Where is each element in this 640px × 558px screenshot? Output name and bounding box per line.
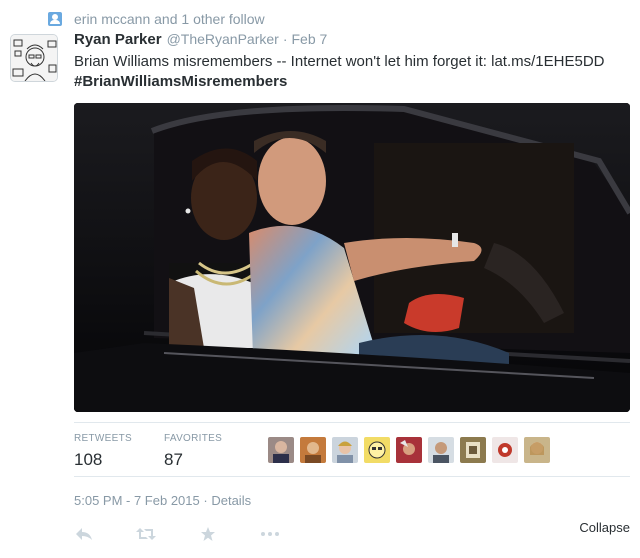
- tweet-text-line: Brian Williams misremembers -- Internet …: [74, 53, 605, 70]
- author-name[interactable]: Ryan Parker: [74, 31, 162, 48]
- stats-divider-top: [74, 422, 630, 423]
- favorites-label: FAVORITES: [164, 433, 223, 444]
- favoriter-avatar[interactable]: [492, 437, 518, 463]
- favoriter-avatar[interactable]: [524, 437, 550, 463]
- favoriters-avatars: [268, 437, 556, 463]
- social-context: erin mccann and 1 other follow: [48, 11, 265, 27]
- tweet-date[interactable]: Feb 7: [292, 31, 328, 47]
- favoriter-avatar[interactable]: [268, 437, 294, 463]
- author-handle[interactable]: @TheRyanParker: [167, 31, 279, 47]
- person-icon: [48, 12, 62, 26]
- details-link[interactable]: Details: [211, 493, 251, 508]
- retweets-stat[interactable]: RETWEETS 108: [74, 433, 132, 470]
- favoriter-avatar[interactable]: [300, 437, 326, 463]
- favorites-stat[interactable]: FAVORITES 87: [164, 433, 222, 470]
- tweet-actions: [74, 524, 322, 544]
- header-separator: ·: [282, 31, 288, 47]
- tweet-timestamp: 5:05 PM - 7 Feb 2015 · Details: [74, 493, 251, 508]
- hashtag-link[interactable]: #BrianWilliamsMisremembers: [74, 72, 605, 92]
- collapse-link[interactable]: Collapse: [579, 520, 630, 535]
- tweet-photo[interactable]: [74, 103, 630, 412]
- stats-divider-bottom: [74, 476, 630, 477]
- favorites-count: 87: [164, 450, 183, 469]
- avatar[interactable]: [10, 34, 58, 82]
- tweet-text: Brian Williams misremembers -- Internet …: [74, 52, 605, 92]
- favoriter-avatar[interactable]: [460, 437, 486, 463]
- timestamp-text[interactable]: 5:05 PM - 7 Feb 2015: [74, 493, 200, 508]
- favoriter-avatar[interactable]: [364, 437, 390, 463]
- tweet-header: Ryan Parker @TheRyanParker · Feb 7: [74, 31, 327, 48]
- favoriter-avatar[interactable]: [396, 437, 422, 463]
- favorite-icon[interactable]: [198, 524, 218, 544]
- timestamp-separator: ·: [203, 493, 208, 508]
- retweet-icon[interactable]: [136, 524, 156, 544]
- retweets-count: 108: [74, 450, 103, 469]
- retweets-label: RETWEETS: [74, 433, 132, 444]
- favoriter-avatar[interactable]: [332, 437, 358, 463]
- reply-icon[interactable]: [74, 524, 94, 544]
- favoriter-avatar[interactable]: [428, 437, 454, 463]
- social-context-text[interactable]: erin mccann and 1 other follow: [74, 11, 265, 27]
- more-icon[interactable]: [260, 524, 280, 544]
